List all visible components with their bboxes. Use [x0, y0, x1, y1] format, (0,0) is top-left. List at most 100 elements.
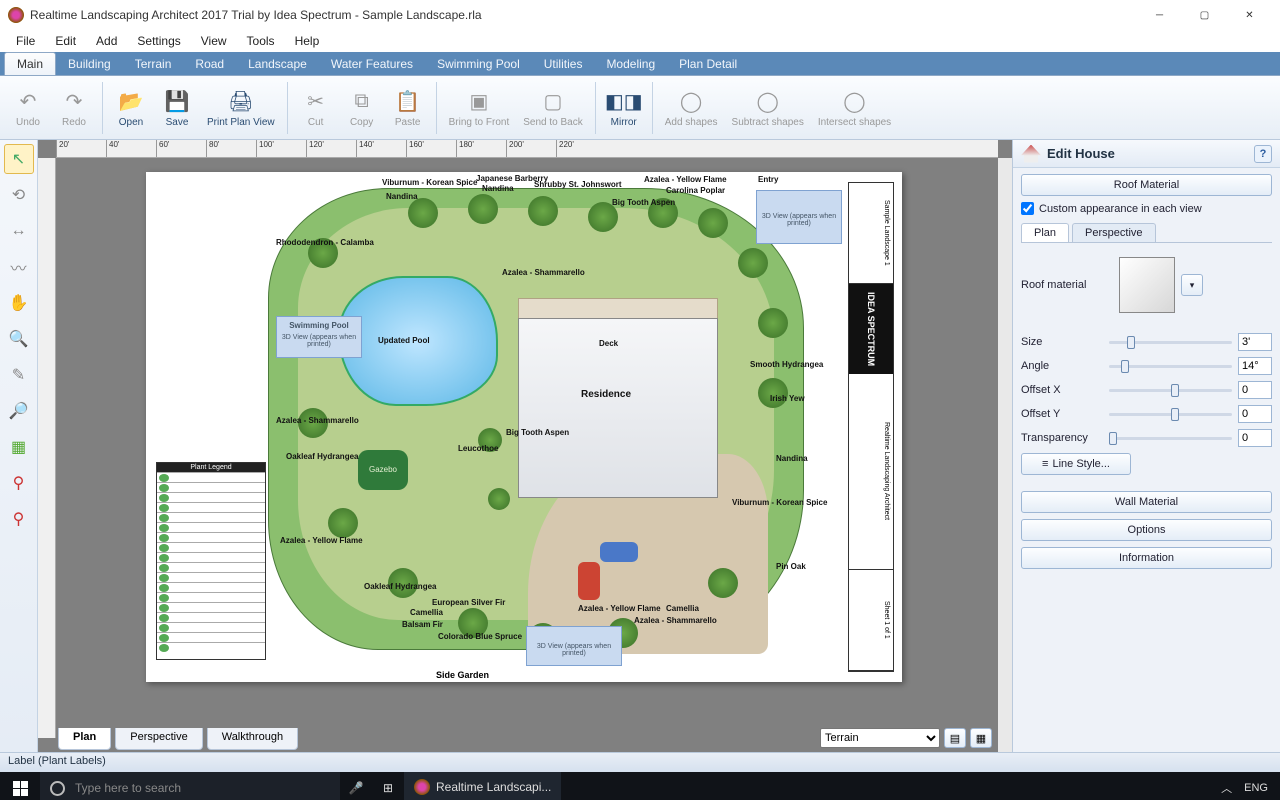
transparency-input[interactable]	[1238, 429, 1272, 447]
options-button[interactable]: Options	[1021, 519, 1272, 541]
menu-settings[interactable]: Settings	[127, 32, 190, 50]
grid-button[interactable]: ▦	[970, 728, 992, 748]
offsetx-input[interactable]	[1238, 381, 1272, 399]
add-shapes-button[interactable]: ◯Add shapes	[659, 85, 724, 130]
tab-building[interactable]: Building	[56, 53, 123, 75]
residence-label: Residence	[581, 389, 631, 400]
scissors-icon: ✂	[302, 87, 330, 115]
tab-utilities[interactable]: Utilities	[532, 53, 595, 75]
zoom-tool[interactable]: 🔍	[4, 324, 34, 354]
undo-button[interactable]: ↶Undo	[6, 85, 50, 130]
size-slider[interactable]	[1109, 333, 1232, 351]
information-button[interactable]: Information	[1021, 547, 1272, 569]
roof-material-swatch[interactable]	[1119, 257, 1175, 313]
send-back-button[interactable]: ▢Send to Back	[517, 85, 588, 130]
intersect-shapes-button[interactable]: ◯Intersect shapes	[812, 85, 897, 130]
subtab-perspective[interactable]: Perspective	[1072, 223, 1155, 242]
zoom-fit-tool[interactable]: 🔎	[4, 396, 34, 426]
properties-panel: Edit House ? Roof Material Custom appear…	[1012, 140, 1280, 752]
taskbar-app[interactable]: Realtime Landscapi...	[404, 772, 561, 800]
paste-icon: 📋	[394, 87, 422, 115]
tab-main[interactable]: Main	[4, 52, 56, 75]
move-tool[interactable]: ↔	[4, 216, 34, 246]
taskview-button[interactable]: ⊞	[372, 781, 404, 795]
angle-input[interactable]	[1238, 357, 1272, 375]
subtract-shapes-button[interactable]: ◯Subtract shapes	[726, 85, 810, 130]
paste-button[interactable]: 📋Paste	[386, 85, 430, 130]
menu-view[interactable]: View	[191, 32, 237, 50]
offsety-input[interactable]	[1238, 405, 1272, 423]
cut-button[interactable]: ✂Cut	[294, 85, 338, 130]
copy-button[interactable]: ⧉Copy	[340, 85, 384, 130]
design-canvas[interactable]: Deck Residence Updated Pool Gazebo	[56, 158, 998, 752]
tab-water[interactable]: Water Features	[319, 53, 425, 75]
tab-terrain[interactable]: Terrain	[123, 53, 184, 75]
tab-plandetail[interactable]: Plan Detail	[667, 53, 749, 75]
eyedropper-tool[interactable]: ✎	[4, 360, 34, 390]
copy-icon: ⧉	[348, 87, 376, 115]
deck-label: Deck	[599, 339, 618, 348]
tab-landscape[interactable]: Landscape	[236, 53, 319, 75]
horizontal-ruler: 20'40'60' 80'100'120' 140'160'180' 200'2…	[56, 140, 998, 158]
tray-chevron-icon[interactable]: ︿	[1221, 780, 1232, 796]
view-tab-walkthrough[interactable]: Walkthrough	[207, 728, 298, 750]
start-button[interactable]	[0, 772, 40, 800]
size-input[interactable]	[1238, 333, 1272, 351]
print-button[interactable]: 🖨Print Plan View	[201, 85, 281, 130]
printer-icon: 🖨	[227, 87, 255, 115]
viewbox-bottom: 3D View (appears when printed)	[526, 626, 622, 666]
int-shapes-icon: ◯	[841, 87, 869, 115]
tab-modeling[interactable]: Modeling	[594, 53, 667, 75]
minimize-button[interactable]: ─	[1137, 0, 1182, 30]
pan-tool[interactable]: ✋	[4, 288, 34, 318]
canvas-bottom-right: Terrain ▤ ▦	[820, 728, 992, 748]
view-tab-perspective[interactable]: Perspective	[115, 728, 202, 750]
subtab-plan[interactable]: Plan	[1021, 223, 1069, 242]
transparency-slider[interactable]	[1109, 429, 1232, 447]
tab-pool[interactable]: Swimming Pool	[425, 53, 532, 75]
tab-road[interactable]: Road	[183, 53, 236, 75]
window-title: Realtime Landscaping Architect 2017 Tria…	[30, 8, 482, 22]
menu-tools[interactable]: Tools	[237, 32, 285, 50]
system-tray[interactable]: ︿ ENG	[1209, 780, 1280, 796]
taskbar-search[interactable]: Type here to search	[40, 772, 340, 800]
offsetx-slider[interactable]	[1109, 381, 1232, 399]
layers-button[interactable]: ▤	[944, 728, 966, 748]
close-button[interactable]: ✕	[1227, 0, 1272, 30]
offsety-slider[interactable]	[1109, 405, 1232, 423]
side-garden-label: Side Garden	[436, 670, 489, 680]
grid-tool[interactable]: ▦	[4, 432, 34, 462]
roof-material-button[interactable]: Roof Material	[1021, 174, 1272, 196]
mic-button[interactable]: 🎤	[340, 781, 372, 795]
vertical-scrollbar[interactable]	[998, 158, 1012, 752]
mirror-icon: ◧◨	[610, 87, 638, 115]
help-button[interactable]: ?	[1254, 145, 1272, 163]
menu-file[interactable]: File	[6, 32, 45, 50]
menu-help[interactable]: Help	[285, 32, 330, 50]
roof-material-dropdown[interactable]: ▾	[1181, 274, 1203, 296]
custom-appearance-checkbox[interactable]: Custom appearance in each view	[1021, 202, 1272, 215]
save-button[interactable]: 💾Save	[155, 85, 199, 130]
redo-button[interactable]: ↷Redo	[52, 85, 96, 130]
redo-icon: ↷	[60, 87, 88, 115]
viewbox-tr: 3D View (appears when printed)	[756, 190, 842, 244]
snap-angle-tool[interactable]: ⚲	[4, 504, 34, 534]
curve-tool[interactable]: 〰	[4, 252, 34, 282]
window-titlebar: Realtime Landscaping Architect 2017 Tria…	[0, 0, 1280, 30]
menu-bar: File Edit Add Settings View Tools Help	[0, 30, 1280, 52]
mirror-button[interactable]: ◧◨Mirror	[602, 85, 646, 130]
line-style-button[interactable]: ≡ Line Style...	[1021, 453, 1131, 475]
angle-slider[interactable]	[1109, 357, 1232, 375]
view-tab-plan[interactable]: Plan	[58, 728, 111, 750]
menu-edit[interactable]: Edit	[45, 32, 86, 50]
snap-tool[interactable]: ⚲	[4, 468, 34, 498]
bring-front-button[interactable]: ▣Bring to Front	[443, 85, 516, 130]
terrain-dropdown[interactable]: Terrain	[820, 728, 940, 748]
tray-lang[interactable]: ENG	[1244, 782, 1268, 794]
rotate-tool[interactable]: ⟲	[4, 180, 34, 210]
menu-add[interactable]: Add	[86, 32, 127, 50]
maximize-button[interactable]: ▢	[1182, 0, 1227, 30]
wall-material-button[interactable]: Wall Material	[1021, 491, 1272, 513]
open-button[interactable]: 📂Open	[109, 85, 153, 130]
select-tool[interactable]: ↖	[4, 144, 34, 174]
